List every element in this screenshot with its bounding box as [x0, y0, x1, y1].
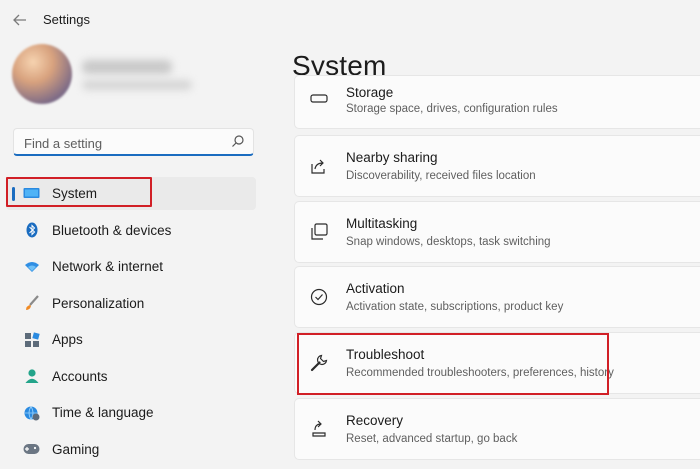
card-title: Storage	[346, 85, 394, 100]
search-icon[interactable]	[231, 134, 245, 148]
wifi-icon	[23, 258, 40, 275]
search-input[interactable]	[22, 132, 226, 154]
recovery-icon	[312, 420, 326, 437]
card-description: Storage space, drives, configuration rul…	[346, 103, 558, 115]
sidebar-item-label: Network & internet	[52, 259, 164, 274]
card-description: Discoverability, received files location	[346, 170, 536, 182]
check-circle-icon	[310, 288, 328, 306]
card-description: Activation state, subscriptions, product…	[346, 301, 564, 313]
user-name	[82, 60, 172, 74]
multitasking-icon	[311, 223, 328, 240]
card-description: Snap windows, desktops, task switching	[346, 236, 551, 248]
storage-icon	[310, 94, 328, 103]
gamepad-icon	[23, 441, 40, 458]
sidebar-item-label: Apps	[52, 332, 83, 347]
share-icon	[311, 159, 325, 174]
highlight-box-system	[6, 177, 152, 207]
sidebar-item-label: Time & language	[52, 405, 154, 420]
account-icon	[23, 368, 40, 385]
bluetooth-icon	[23, 222, 40, 239]
card-activation[interactable]: Activation Activation state, subscriptio…	[294, 266, 700, 328]
card-multitasking[interactable]: Multitasking Snap windows, desktops, tas…	[294, 201, 700, 263]
sidebar-item-label: Accounts	[52, 368, 108, 384]
user-email	[82, 80, 192, 90]
card-title: Activation	[346, 281, 405, 296]
sidebar-item-time-language[interactable]: Time & language	[6, 396, 256, 429]
card-recovery[interactable]: Recovery Reset, advanced startup, go bac…	[294, 398, 700, 460]
card-title: Recovery	[346, 413, 404, 428]
sidebar-item-network[interactable]: Network & internet	[6, 250, 256, 283]
sidebar-item-apps[interactable]: Apps	[6, 323, 256, 356]
card-title: Nearby sharing	[346, 150, 438, 165]
globe-clock-icon	[23, 404, 40, 421]
sidebar-item-accounts[interactable]: Accounts	[6, 360, 256, 393]
highlight-box-troubleshoot	[297, 333, 609, 395]
apps-icon	[23, 331, 40, 348]
sidebar-item-label: Gaming	[52, 441, 100, 457]
card-storage[interactable]: Storage Storage space, drives, configura…	[294, 75, 700, 129]
sidebar-item-bluetooth[interactable]: Bluetooth & devices	[6, 214, 256, 247]
sidebar-item-label: Bluetooth & devices	[52, 222, 172, 238]
sidebar-nav: System Bluetooth & devices Network & int…	[6, 177, 256, 469]
back-button[interactable]	[10, 10, 30, 30]
card-title: Multitasking	[346, 216, 418, 231]
sidebar-item-label: Personalization	[52, 295, 145, 311]
search-box[interactable]	[13, 128, 254, 156]
sidebar-item-gaming[interactable]: Gaming	[6, 433, 256, 466]
avatar[interactable]	[12, 44, 72, 104]
card-description: Reset, advanced startup, go back	[346, 433, 518, 445]
card-nearby-sharing[interactable]: Nearby sharing Discoverability, received…	[294, 135, 700, 197]
app-title: Settings	[43, 12, 90, 27]
brush-icon	[23, 295, 40, 312]
back-arrow-icon	[13, 14, 26, 26]
sidebar-item-personalization[interactable]: Personalization	[6, 287, 256, 320]
